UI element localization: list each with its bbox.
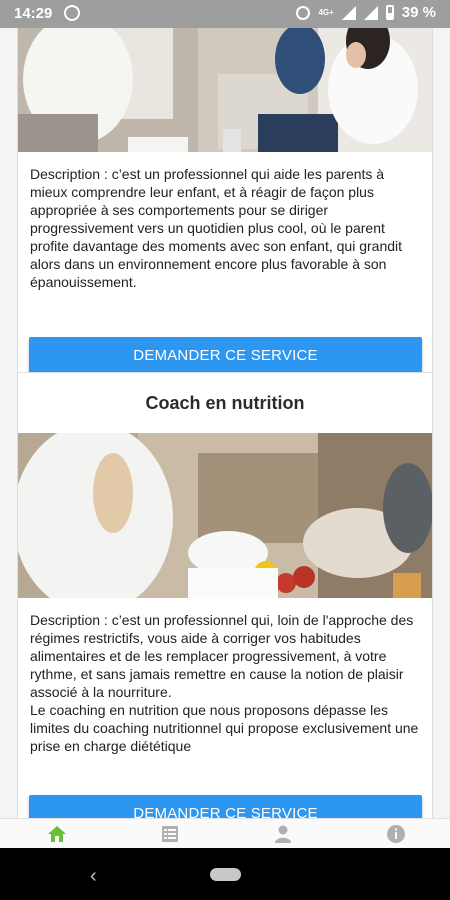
request-service-button[interactable]: DEMANDER CE SERVICE	[29, 337, 422, 375]
wifi-signal-icon	[363, 5, 378, 20]
battery-percent: 39 %	[401, 4, 436, 21]
service-title: Coach en nutrition	[145, 393, 305, 413]
nav-info[interactable]	[386, 824, 406, 844]
status-icons: 4G+ 39 %	[296, 4, 436, 21]
home-pill-icon[interactable]	[210, 868, 241, 881]
service-description: Description : c’est un professionnel qui…	[30, 166, 403, 290]
whatsapp-icon	[64, 5, 80, 21]
service-image-nutrition	[18, 433, 432, 598]
info-icon	[387, 825, 405, 843]
status-time: 14:29	[14, 5, 53, 22]
back-icon[interactable]: ‹	[90, 865, 97, 888]
service-card: Description : c’est un professionnel qui…	[17, 28, 433, 385]
nav-profile[interactable]	[273, 824, 293, 844]
nav-list[interactable]	[160, 824, 180, 844]
alarm-icon	[296, 5, 311, 20]
bottom-navigation	[0, 818, 450, 849]
service-list[interactable]: Description : c’est un professionnel qui…	[0, 28, 450, 820]
status-bar: 14:29 4G+ 39 %	[0, 0, 450, 28]
signal-icon	[341, 5, 356, 20]
user-icon	[275, 825, 291, 843]
service-image-parent-coaching	[18, 28, 432, 152]
battery-icon	[385, 5, 394, 20]
system-navigation-bar: ‹	[0, 848, 450, 900]
nav-home[interactable]	[47, 824, 67, 844]
home-icon	[48, 826, 66, 842]
service-card: Coach en nutrition Description : c’est u…	[17, 372, 433, 820]
network-type-label: 4G+	[318, 7, 334, 17]
list-icon	[162, 826, 178, 842]
service-description: Description : c’est un professionnel qui…	[30, 612, 419, 754]
request-service-button[interactable]: DEMANDER CE SERVICE	[29, 795, 422, 820]
